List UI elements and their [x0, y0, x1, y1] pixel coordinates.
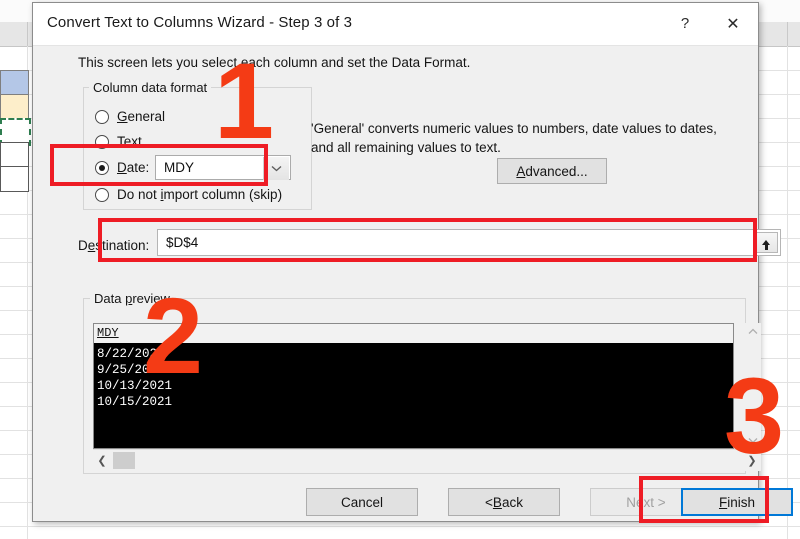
- destination-label: Destination:: [78, 238, 150, 253]
- radio-general[interactable]: General: [95, 109, 165, 124]
- radio-date-label: Date:: [117, 160, 150, 175]
- date-format-dropdown[interactable]: MDY: [155, 155, 291, 180]
- preview-row: 9/25/2021: [97, 363, 165, 377]
- scroll-up-icon[interactable]: [744, 323, 761, 340]
- dialog-subtitle: This screen lets you select each column …: [78, 55, 471, 70]
- finish-button[interactable]: Finish: [681, 488, 793, 516]
- back-button[interactable]: < Back: [448, 488, 560, 516]
- close-icon[interactable]: ✕: [710, 3, 756, 44]
- excel-cell-filled-blue[interactable]: [0, 70, 29, 96]
- preview-row: 10/13/2021: [97, 379, 173, 393]
- date-format-value: MDY: [164, 160, 194, 175]
- chevron-down-glyph: [271, 165, 282, 172]
- preview-row: 8/22/2021: [97, 347, 165, 361]
- preview-horizontal-scrollbar[interactable]: ❮ ❯: [93, 449, 761, 471]
- excel-cell-filled-cream[interactable]: [0, 94, 29, 120]
- preview-column-header-label: MDY: [97, 326, 119, 340]
- advanced-button[interactable]: Advanced...: [497, 158, 607, 184]
- preview-rows: 8/22/2021 9/25/2021 10/13/2021 10/15/202…: [94, 344, 733, 410]
- data-preview-panel[interactable]: MDY 8/22/2021 9/25/2021 10/13/2021 10/15…: [93, 323, 734, 449]
- dialog-title: Convert Text to Columns Wizard - Step 3 …: [47, 14, 353, 31]
- arrow-up-icon: [762, 240, 770, 250]
- radio-general-label: General: [117, 109, 166, 124]
- cancel-button[interactable]: Cancel: [306, 488, 418, 516]
- chevron-up-glyph: [748, 328, 757, 334]
- format-description-text: 'General' converts numeric values to num…: [311, 121, 717, 155]
- chevron-down-glyph: [748, 438, 757, 444]
- radio-text-label: Text: [117, 134, 142, 149]
- radio-do-not-import[interactable]: Do not import column (skip): [95, 187, 282, 202]
- destination-input[interactable]: $D$4: [157, 229, 781, 256]
- excel-cell[interactable]: [0, 166, 29, 192]
- radio-general-indicator: [95, 109, 109, 124]
- excel-gridline-v: [787, 46, 788, 539]
- excel-gridline-h: [0, 526, 800, 527]
- horizontal-scroll-thumb[interactable]: [113, 452, 135, 469]
- radio-text[interactable]: Text: [95, 134, 142, 149]
- convert-text-to-columns-dialog: Convert Text to Columns Wizard - Step 3 …: [32, 2, 793, 522]
- radio-do-not-import-label: Do not import column (skip): [117, 187, 283, 202]
- scroll-right-icon[interactable]: ❯: [743, 450, 761, 471]
- column-data-format-legend: Column data format: [89, 80, 212, 95]
- data-preview-legend: Data preview: [90, 291, 174, 306]
- dialog-titlebar: Convert Text to Columns Wizard - Step 3 …: [33, 3, 758, 46]
- preview-vertical-scrollbar[interactable]: [744, 323, 761, 449]
- scroll-down-icon[interactable]: [744, 432, 761, 449]
- preview-column-header[interactable]: MDY: [94, 324, 733, 344]
- excel-column-header-divider: [27, 22, 28, 46]
- screenshot-root: Convert Text to Columns Wizard - Step 3 …: [0, 0, 800, 539]
- excel-cell[interactable]: [0, 142, 29, 168]
- excel-column-header-divider: [787, 22, 788, 46]
- preview-row: 10/15/2021: [97, 395, 173, 409]
- range-selector-button[interactable]: [754, 232, 778, 253]
- radio-date-indicator: [95, 160, 109, 175]
- destination-value: $D$4: [166, 235, 199, 250]
- help-icon[interactable]: ?: [662, 3, 708, 44]
- radio-do-not-import-indicator: [95, 187, 109, 202]
- scroll-left-icon[interactable]: ❮: [93, 450, 111, 471]
- chevron-down-icon[interactable]: [263, 157, 289, 180]
- radio-date[interactable]: Date:: [95, 160, 149, 175]
- radio-text-indicator: [95, 134, 109, 149]
